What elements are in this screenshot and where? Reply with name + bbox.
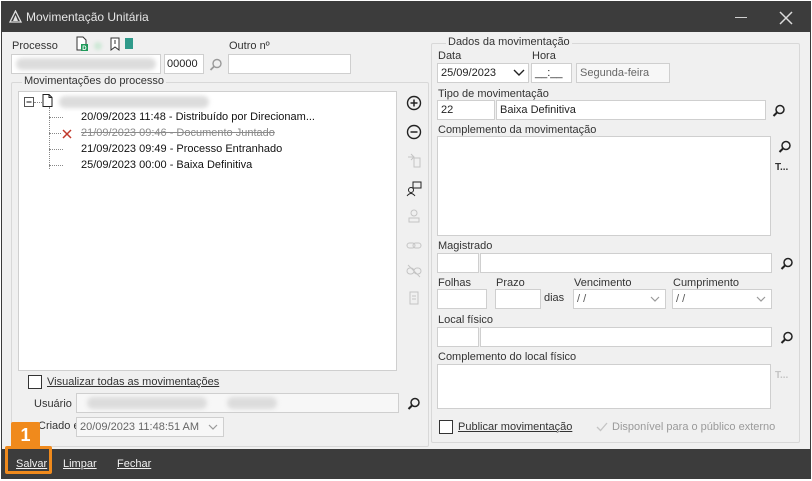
local-label: Local físico — [438, 314, 494, 326]
vencimento-chevron-down-icon[interactable] — [650, 296, 660, 302]
tipo-code-input[interactable]: 22 — [437, 100, 495, 120]
tree-item-1[interactable]: 21/09/2023 09:46 - Documento Juntado — [19, 126, 389, 141]
text-template-button[interactable]: T... — [775, 162, 788, 173]
weekday-field: Segunda-feira — [576, 63, 670, 83]
movimentacoes-group-title: Movimentações do processo — [22, 75, 167, 87]
status-dot — [94, 42, 102, 50]
weekday-value: Segunda-feira — [580, 67, 650, 79]
flag-icon — [125, 38, 133, 49]
show-all-checkbox[interactable] — [28, 375, 42, 389]
tree-item-3[interactable]: 25/09/2023 00:00 - Baixa Definitiva — [19, 158, 389, 173]
complemento-local-label: Complemento do local físico — [438, 351, 577, 363]
add-icon[interactable] — [405, 94, 423, 112]
tree-item-text: 21/09/2023 09:49 - Processo Entranhado — [81, 143, 283, 155]
movimentacao-window: Movimentação Unitária Processo D 00000 O… — [1, 1, 811, 479]
vencimento-label: Vencimento — [574, 277, 632, 289]
show-all-label: Visualizar todas as movimentações — [47, 376, 220, 388]
close-button[interactable]: Fechar — [117, 458, 151, 470]
remove-icon[interactable] — [405, 123, 423, 141]
cumprimento-label: Cumprimento — [673, 277, 740, 289]
tipo-desc-value: Baixa Definitiva — [500, 104, 576, 116]
tree-item-2[interactable]: 21/09/2023 09:49 - Processo Entranhado — [19, 142, 389, 157]
search-complemento-icon[interactable] — [778, 140, 792, 154]
bookmark-icon[interactable] — [109, 37, 121, 51]
dados-group-title: Dados da movimentação — [446, 36, 572, 48]
usuario-label: Usuário — [34, 398, 72, 410]
window-title: Movimentação Unitária — [26, 10, 149, 24]
processo-number-input[interactable] — [11, 54, 161, 74]
tree-item-text: 21/09/2023 09:46 - Documento Juntado — [81, 127, 275, 139]
close-icon[interactable] — [777, 9, 795, 27]
assign-user-icon[interactable] — [405, 180, 423, 198]
title-bar: Movimentação Unitária — [2, 2, 810, 32]
outro-label: Outro nº — [229, 40, 270, 52]
local-name-input[interactable] — [480, 327, 772, 347]
processo-suffix-input[interactable]: 00000 — [164, 54, 204, 74]
criado-input: 20/09/2023 11:48:51 AM — [76, 417, 224, 437]
history-icon — [409, 291, 419, 305]
svg-text:D: D — [82, 46, 87, 52]
local-code-input[interactable] — [437, 327, 479, 347]
cumprimento-value: / / — [676, 293, 686, 305]
document-new-icon[interactable]: D — [75, 36, 89, 52]
criado-value: 20/09/2023 11:48:51 AM — [80, 421, 200, 433]
unlink-icon — [406, 264, 422, 278]
hora-value: __:__ — [535, 67, 563, 79]
collapse-icon[interactable] — [24, 97, 34, 107]
deleted-x-icon — [62, 129, 72, 139]
app-logo-icon — [9, 10, 22, 23]
prazo-input[interactable] — [495, 289, 541, 309]
data-label: Data — [438, 50, 462, 62]
data-chevron-down-icon[interactable] — [513, 69, 525, 76]
publicar-checkbox[interactable] — [439, 420, 453, 434]
prazo-label: Prazo — [496, 277, 525, 289]
processo-suffix-value: 00000 — [167, 58, 198, 70]
search-magistrado-icon[interactable] — [780, 257, 794, 271]
checkmark-icon — [596, 422, 608, 432]
hora-label: Hora — [532, 50, 556, 62]
link-icon — [406, 242, 422, 249]
movimentacoes-tree[interactable]: 20/09/2023 11:48 - Distribuído por Direc… — [18, 91, 397, 371]
transfer-icon — [408, 153, 421, 168]
dias-label: dias — [544, 292, 565, 304]
save-highlight-box — [5, 446, 52, 474]
minimize-button[interactable] — [735, 17, 747, 18]
hora-input[interactable]: __:__ — [531, 63, 572, 83]
search-processo-icon[interactable] — [209, 58, 223, 72]
disponivel-label: Disponível para o público externo — [612, 421, 776, 433]
complemento-label: Complemento da movimentação — [438, 124, 597, 136]
tipo-code-value: 22 — [441, 104, 454, 116]
criado-chevron-down-icon[interactable] — [208, 424, 218, 430]
magistrado-name-input[interactable] — [480, 253, 772, 273]
folhas-label: Folhas — [438, 277, 472, 289]
clear-button[interactable]: Limpar — [63, 458, 97, 470]
document-icon — [42, 94, 53, 107]
outro-input[interactable] — [228, 54, 351, 74]
bottom-action-bar: Salvar Limpar Fechar — [2, 449, 810, 478]
tree-item-0[interactable]: 20/09/2023 11:48 - Distribuído por Direc… — [19, 110, 389, 125]
processo-label: Processo — [12, 40, 58, 52]
tree-root[interactable] — [19, 94, 389, 109]
folhas-input[interactable] — [437, 289, 487, 309]
tree-item-text: 25/09/2023 00:00 - Baixa Definitiva — [81, 159, 253, 171]
text-template-button-2: T... — [775, 370, 789, 381]
search-usuario-icon[interactable] — [407, 397, 421, 411]
step-badge: 1 — [11, 422, 40, 448]
search-local-icon[interactable] — [780, 331, 794, 345]
tipo-desc-input[interactable]: Baixa Definitiva — [496, 100, 766, 120]
search-tipo-icon[interactable] — [772, 104, 786, 118]
magistrado-code-input[interactable] — [437, 253, 479, 273]
usuario-input — [76, 393, 399, 413]
publicar-label: Publicar movimentação — [458, 421, 573, 433]
tree-item-text: 20/09/2023 11:48 - Distribuído por Direc… — [81, 111, 315, 123]
stamp-icon — [408, 209, 420, 223]
magistrado-label: Magistrado — [438, 240, 493, 252]
data-value: 25/09/2023 — [441, 67, 497, 79]
complemento-textarea[interactable] — [437, 136, 771, 236]
tipo-label: Tipo de movimentação — [438, 88, 549, 100]
vencimento-value: / / — [577, 293, 587, 305]
cumprimento-chevron-down-icon[interactable] — [756, 296, 766, 302]
complemento-local-textarea[interactable] — [437, 364, 771, 409]
